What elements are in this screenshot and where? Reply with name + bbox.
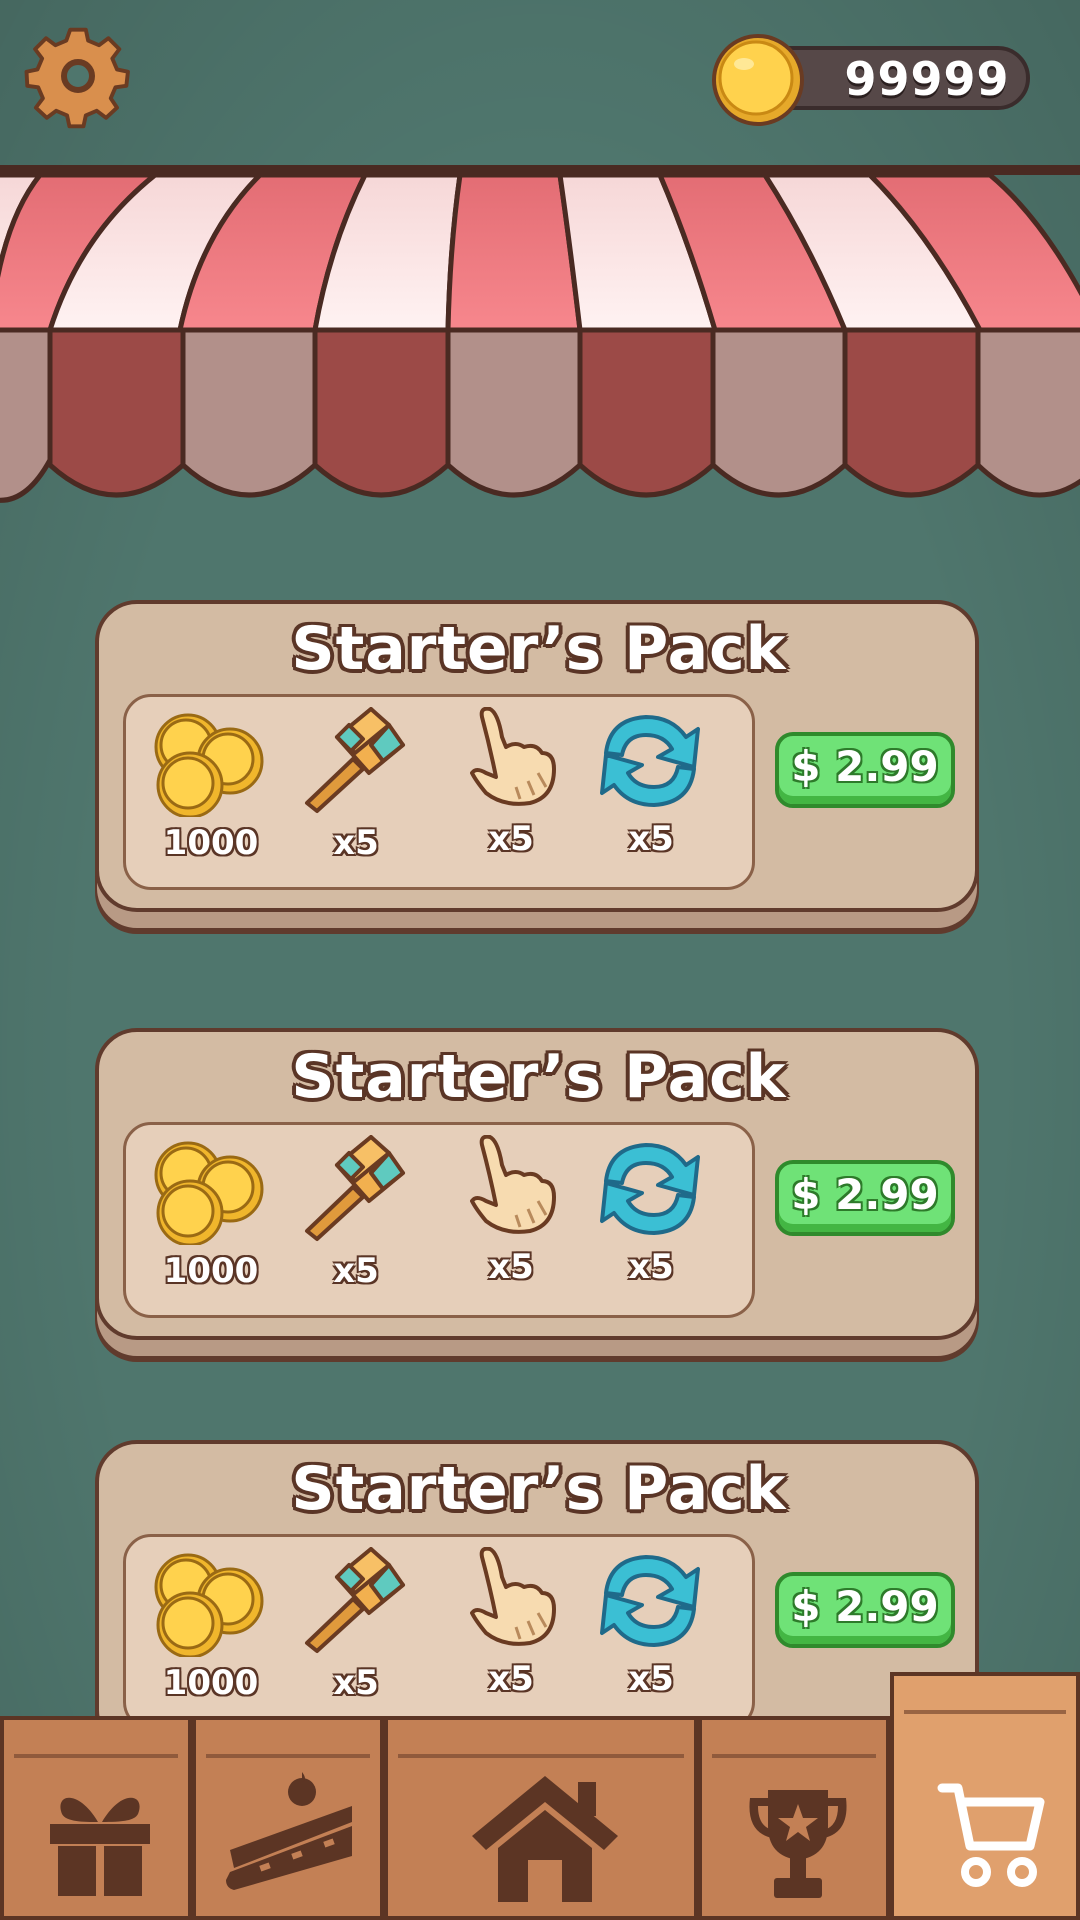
shop-awning: [0, 165, 1080, 503]
pack-item: x5: [586, 1547, 716, 1717]
price-label: $ 2.99: [791, 1582, 939, 1631]
tab-shop[interactable]: [890, 1672, 1080, 1920]
pack-item: x5: [291, 1135, 421, 1305]
pack-item: x5: [291, 1547, 421, 1717]
pack-title: Starter’s Pack: [291, 614, 787, 684]
item-quantity: x5: [628, 1659, 674, 1699]
item-quantity: x5: [333, 1251, 379, 1291]
tab-lip: [206, 1754, 370, 1758]
item-quantity: 1000: [163, 823, 259, 863]
coin-icon: [712, 34, 804, 126]
tab-lip: [398, 1754, 684, 1758]
tab-trophy[interactable]: [698, 1716, 890, 1920]
tab-home[interactable]: [384, 1716, 698, 1920]
pack-item: 1000: [146, 707, 276, 877]
gear-icon[interactable]: [18, 18, 138, 138]
pack-item: x5: [586, 707, 716, 877]
item-quantity: x5: [628, 1247, 674, 1287]
pack-contents: 1000 x5 x5 x5: [123, 1122, 755, 1318]
pack-item: x5: [446, 707, 576, 877]
price-label: $ 2.99: [791, 1170, 939, 1219]
pack-card: Starter’s Pack 1000 x5 x5 x5 $ 2.99: [95, 600, 979, 912]
item-quantity: x5: [628, 819, 674, 859]
coin-amount: 99999: [844, 52, 1010, 106]
item-quantity: 1000: [163, 1663, 259, 1703]
cart-icon: [937, 1783, 1045, 1887]
pack-card: Starter’s Pack 1000 x5 x5 x5 $ 2.99: [95, 1440, 979, 1752]
tab-bakery[interactable]: [192, 1716, 384, 1920]
buy-button[interactable]: $ 2.99: [775, 1572, 955, 1648]
tab-gifts[interactable]: [0, 1716, 192, 1920]
item-quantity: x5: [488, 1659, 534, 1699]
pack-title: Starter’s Pack: [291, 1042, 787, 1112]
price-label: $ 2.99: [791, 742, 939, 791]
buy-button[interactable]: $ 2.99: [775, 1160, 955, 1236]
home-icon: [472, 1776, 618, 1902]
pack-item: 1000: [146, 1135, 276, 1305]
pack-card: Starter’s Pack 1000 x5 x5 x5 $ 2.99: [95, 1028, 979, 1340]
cake-icon: [226, 1772, 352, 1890]
trophy-icon: [749, 1790, 847, 1898]
pack-contents: 1000 x5 x5 x5: [123, 694, 755, 890]
tab-lip: [14, 1754, 178, 1758]
bottom-nav: [0, 1672, 1080, 1920]
pack-contents: 1000 x5 x5 x5: [123, 1534, 755, 1730]
item-quantity: x5: [333, 823, 379, 863]
item-quantity: x5: [488, 819, 534, 859]
buy-button[interactable]: $ 2.99: [775, 732, 955, 808]
pack-item: x5: [446, 1135, 576, 1305]
item-quantity: x5: [488, 1247, 534, 1287]
item-quantity: 1000: [163, 1251, 259, 1291]
pack-item: x5: [291, 707, 421, 877]
item-quantity: x5: [333, 1663, 379, 1703]
gift-icon: [50, 1797, 150, 1896]
pack-item: 1000: [146, 1547, 276, 1717]
tab-lip: [904, 1710, 1066, 1714]
pack-item: x5: [446, 1547, 576, 1717]
tab-lip: [712, 1754, 876, 1758]
pack-title: Starter’s Pack: [291, 1454, 787, 1524]
pack-item: x5: [586, 1135, 716, 1305]
